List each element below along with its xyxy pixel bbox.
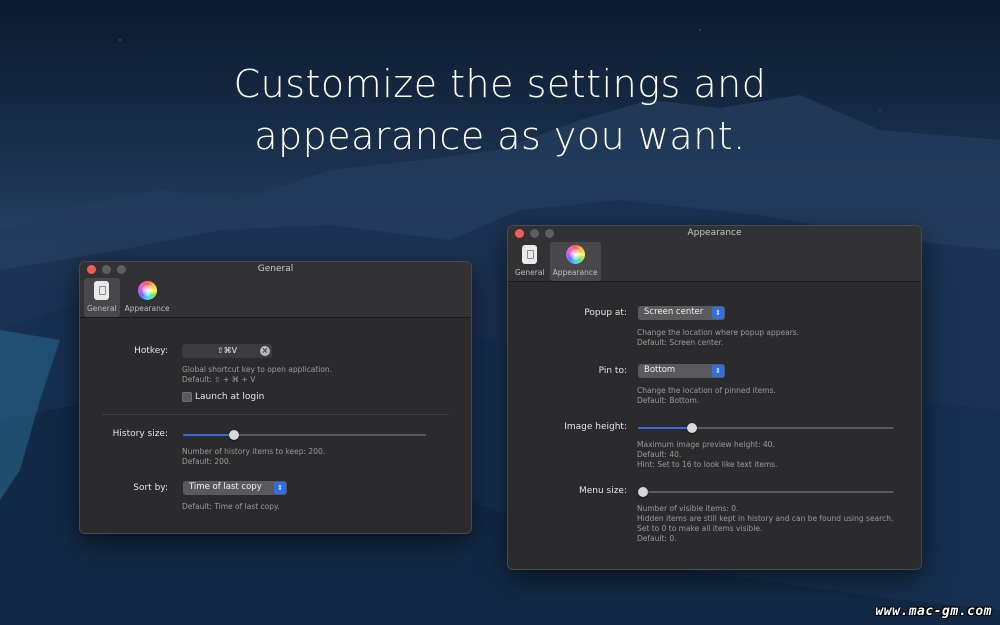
help-line: Default: Screen center.	[637, 338, 724, 347]
updown-chevron-icon: ⇕	[712, 365, 724, 377]
help-line: Global shortcut key to open application.	[182, 365, 333, 374]
appearance-icon	[137, 281, 157, 300]
hotkey-recorder[interactable]: ⇧⌘V ×	[182, 344, 272, 358]
tab-label: General	[87, 304, 117, 313]
tab-label: Appearance	[552, 268, 598, 277]
window-title: General	[257, 264, 294, 274]
help-line: Number of history items to keep: 200.	[182, 447, 326, 456]
slider-track	[638, 491, 894, 493]
slider-knob[interactable]	[638, 487, 648, 497]
hotkey-help: Global shortcut key to open application.…	[182, 365, 332, 385]
tab-label: General	[515, 268, 545, 277]
menu-size-help: Number of visible items: 0. Hidden items…	[637, 504, 893, 544]
help-line: Default: ⇧ + ⌘ + V	[182, 375, 256, 384]
help-line: Change the location of pinned items.	[637, 386, 776, 395]
help-line: Default: 200.	[182, 457, 232, 466]
updown-chevron-icon: ⇕	[274, 482, 286, 494]
tab-label: Appearance	[124, 304, 170, 313]
preferences-toolbar: General Appearance	[80, 278, 471, 318]
help-line: Change the location where popup appears.	[637, 328, 800, 337]
launch-at-login-label: Launch at login	[195, 392, 265, 402]
watermark: www.mac-gm.com	[875, 604, 992, 619]
appearance-icon	[565, 245, 585, 264]
popup-at-help: Change the location where popup appears.…	[637, 328, 799, 348]
help-line: Default: 40.	[637, 450, 682, 459]
image-height-help: Maximum image preview height: 40. Defaul…	[637, 440, 777, 470]
history-size-help: Number of history items to keep: 200. De…	[182, 447, 325, 467]
history-size-label: History size:	[112, 429, 168, 439]
slider-knob[interactable]	[686, 423, 697, 433]
history-size-slider[interactable]	[183, 430, 426, 440]
tab-general[interactable]: General	[84, 278, 120, 317]
help-line: Default: Bottom.	[637, 396, 700, 405]
divider	[102, 414, 449, 415]
sort-by-value: Time of last copy	[189, 482, 262, 492]
hotkey-label: Hotkey:	[134, 346, 168, 356]
general-preferences-window: General General Appearance Hotkey: ⇧⌘V ×…	[79, 261, 472, 534]
help-line: Default: Time of last copy.	[182, 502, 280, 511]
menu-size-label: Menu size:	[578, 486, 627, 496]
help-line: Maximum image preview height: 40.	[637, 440, 775, 449]
clear-hotkey-icon[interactable]: ×	[260, 346, 270, 356]
launch-at-login-checkbox[interactable]	[182, 392, 192, 402]
sort-by-label: Sort by:	[133, 483, 168, 493]
slider-fill	[638, 427, 692, 429]
image-height-slider[interactable]	[638, 423, 894, 433]
help-line: Hint: Set to 16 to look like text items.	[637, 460, 778, 469]
sort-by-help: Default: Time of last copy.	[182, 502, 280, 512]
tab-general[interactable]: General	[512, 242, 548, 281]
titlebar: Appearance	[508, 226, 921, 242]
popup-at-value: Screen center	[644, 307, 704, 317]
popup-at-select[interactable]: Screen center ⇕	[638, 306, 725, 320]
slider-fill	[183, 434, 235, 436]
tab-appearance[interactable]: Appearance	[549, 242, 601, 281]
image-height-label: Image height:	[564, 422, 627, 432]
pin-to-value: Bottom	[644, 365, 676, 375]
help-line: Default: 0.	[637, 534, 677, 543]
pin-to-select[interactable]: Bottom ⇕	[638, 364, 725, 378]
menu-size-slider[interactable]	[638, 487, 894, 497]
headline-line-2: appearance as you want.	[254, 114, 746, 158]
general-icon	[522, 245, 538, 264]
preferences-toolbar: General Appearance	[508, 242, 921, 282]
hotkey-value: ⇧⌘V	[216, 346, 238, 355]
pin-to-label: Pin to:	[598, 366, 627, 376]
updown-chevron-icon: ⇕	[712, 307, 724, 319]
help-line: Number of visible items: 0.	[637, 504, 739, 513]
help-line: Hidden items are still kept in history a…	[637, 514, 894, 523]
sort-by-select[interactable]: Time of last copy ⇕	[183, 481, 287, 495]
slider-knob[interactable]	[229, 430, 240, 440]
headline-line-1: Customize the settings and	[233, 62, 767, 106]
window-title: Appearance	[687, 228, 742, 238]
general-icon	[94, 281, 110, 300]
pin-to-help: Change the location of pinned items. Def…	[637, 386, 776, 406]
tab-appearance[interactable]: Appearance	[122, 278, 173, 317]
headline: Customize the settings and appearance as…	[0, 58, 1000, 162]
appearance-preferences-window: Appearance General Appearance Popup at: …	[507, 225, 922, 570]
help-line: Set to 0 to make all items visible.	[637, 524, 763, 533]
popup-at-label: Popup at:	[584, 308, 627, 318]
titlebar: General	[80, 262, 471, 278]
